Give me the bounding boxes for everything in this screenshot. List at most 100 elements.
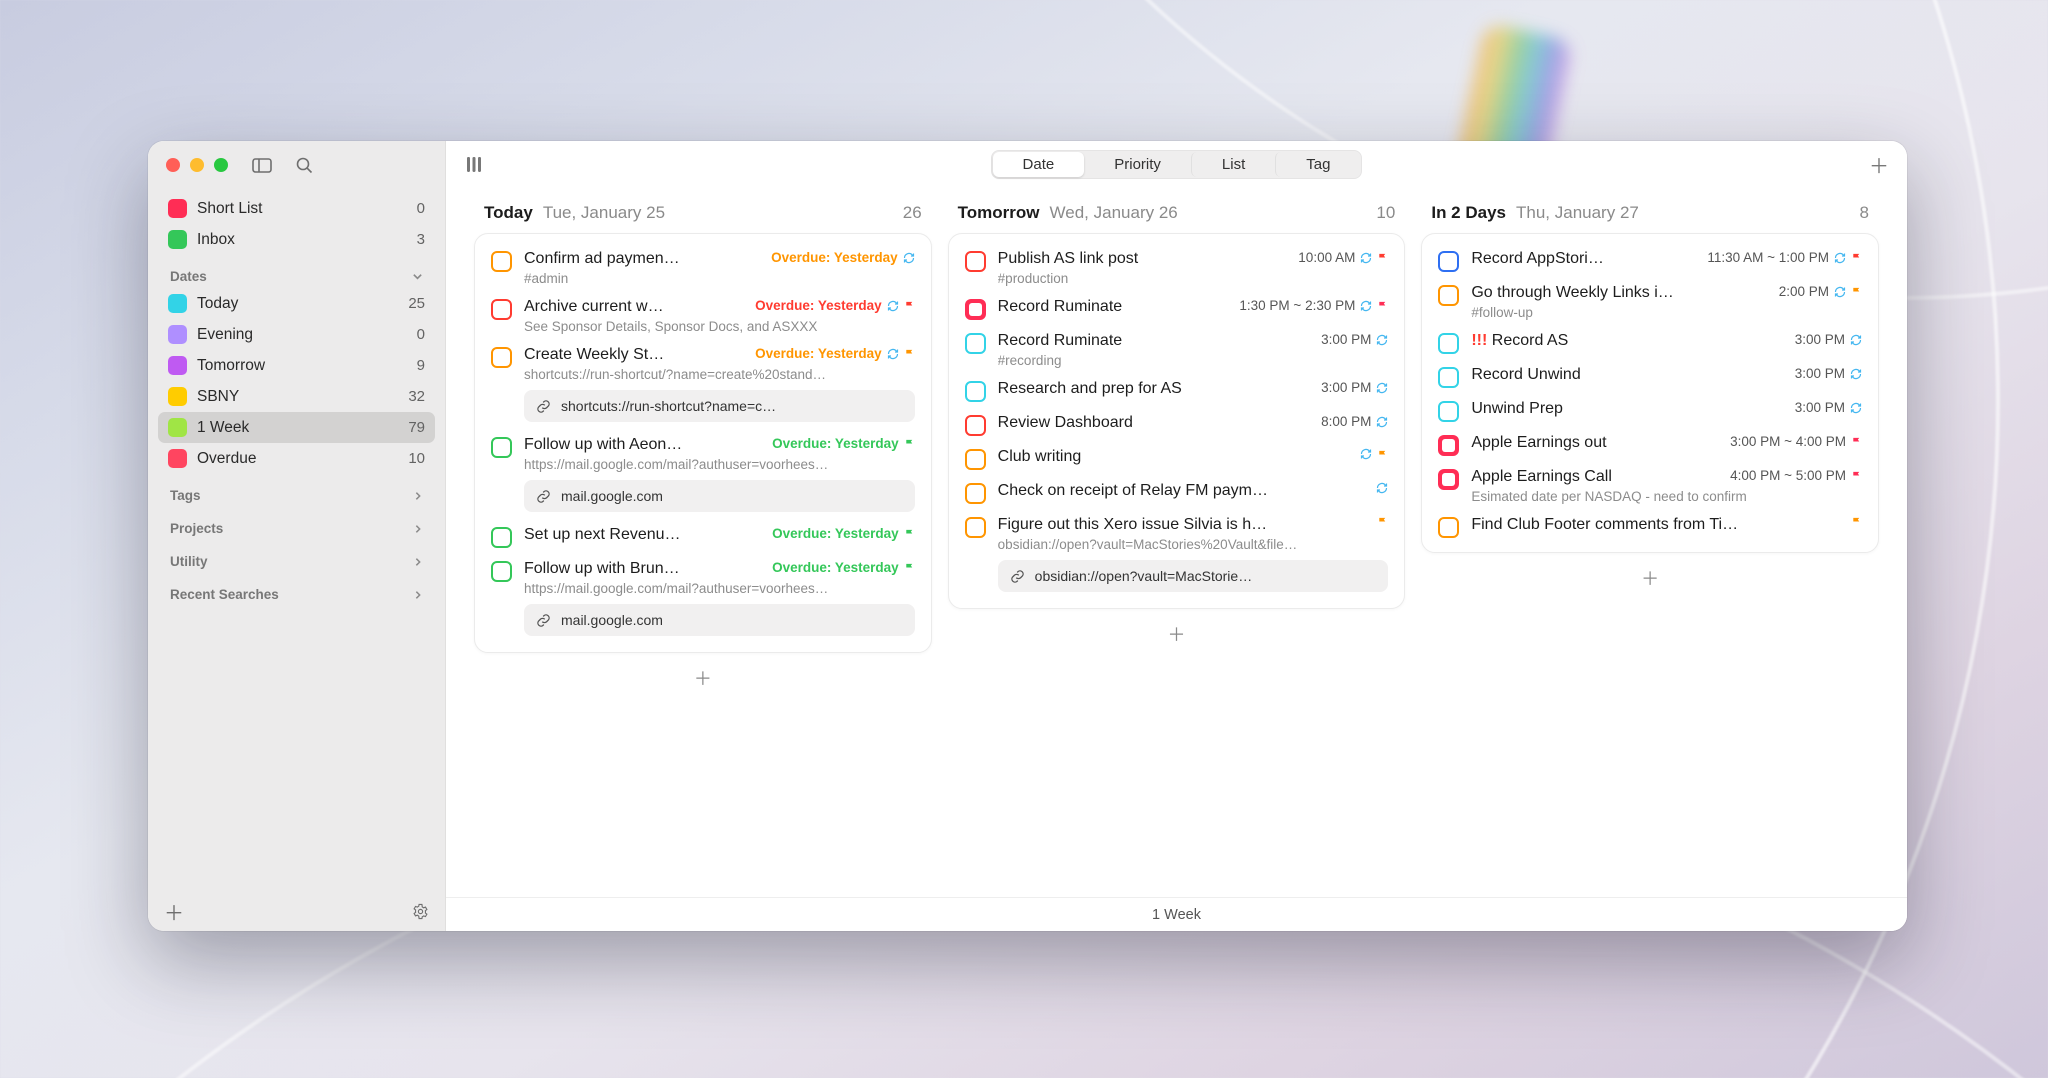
task-checkbox[interactable] (1438, 367, 1459, 388)
link-chip[interactable]: shortcuts://run-shortcut?name=c… (524, 390, 915, 422)
sidebar-group-utility[interactable]: Utility (158, 540, 435, 573)
task-row[interactable]: Find Club Footer comments from Ti… (1428, 510, 1872, 544)
columns-icon[interactable] (464, 156, 524, 173)
sidebar-item-tomorrow[interactable]: Tomorrow9 (158, 350, 435, 381)
task-checkbox[interactable] (491, 251, 512, 272)
task-row[interactable]: Follow up with Aeon…Overdue: Yesterdayht… (481, 430, 925, 520)
task-row[interactable]: Check on receipt of Relay FM paym… (955, 476, 1399, 510)
task-title: Set up next Revenu… (524, 526, 764, 544)
task-checkbox[interactable] (965, 333, 986, 354)
task-body: Record Unwind3:00 PM (1471, 366, 1862, 388)
task-row[interactable]: Apple Earnings out3:00 PM ~ 4:00 PM (1428, 428, 1872, 462)
repeat-icon (887, 300, 899, 312)
toggle-sidebar-icon[interactable] (252, 158, 272, 173)
link-chip[interactable]: obsidian://open?vault=MacStorie… (998, 560, 1389, 592)
task-checkbox[interactable] (1438, 251, 1459, 272)
task-row[interactable]: Record Ruminate1:30 PM ~ 2:30 PM (955, 292, 1399, 326)
chevron-right-icon (413, 524, 423, 534)
task-checkbox[interactable] (965, 381, 986, 402)
task-checkbox[interactable] (965, 299, 986, 320)
task-row[interactable]: Set up next Revenu… Overdue: Yesterday (481, 520, 925, 554)
segment-priority[interactable]: Priority (1084, 152, 1191, 177)
task-checkbox[interactable] (1438, 401, 1459, 422)
task-row[interactable]: Record AS3:00 PM (1428, 326, 1872, 360)
task-row[interactable]: Apple Earnings Call4:00 PM ~ 5:00 PMEsim… (1428, 462, 1872, 510)
search-icon[interactable] (296, 157, 313, 174)
task-row[interactable]: Go through Weekly Links i…2:00 PM#follow… (1428, 278, 1872, 326)
sidebar-item-1-week[interactable]: 1 Week79 (158, 412, 435, 443)
task-row[interactable]: Club writing (955, 442, 1399, 476)
column-title: Today (484, 203, 533, 223)
segment-date[interactable]: Date (993, 152, 1085, 177)
overdue-badge: Overdue: Yesterday (772, 436, 899, 451)
task-body: Check on receipt of Relay FM paym… (998, 482, 1389, 504)
repeat-icon (887, 348, 899, 360)
task-checkbox[interactable] (1438, 517, 1459, 538)
sidebar-item-inbox[interactable]: Inbox3 (158, 224, 435, 255)
task-checkbox[interactable] (1438, 435, 1459, 456)
sidebar-item-short-list[interactable]: Short List0 (158, 193, 435, 224)
task-time: 2:00 PM (1779, 284, 1829, 299)
sidebar-group-tags[interactable]: Tags (158, 474, 435, 507)
column-add-button[interactable]: ＋ (474, 653, 932, 695)
view-segmented-control[interactable]: DatePriorityListTag (991, 150, 1363, 179)
column-today: TodayTue, January 2526Confirm ad paymen…… (466, 197, 940, 897)
segment-tag[interactable]: Tag (1275, 152, 1360, 177)
task-row[interactable]: Figure out this Xero issue Silvia is h…o… (955, 510, 1399, 600)
task-checkbox[interactable] (965, 517, 986, 538)
link-chip[interactable]: mail.google.com (524, 480, 915, 512)
task-meta: 3:00 PM ~ 4:00 PM (1730, 434, 1862, 449)
task-title: Club writing (998, 448, 1353, 466)
close-icon[interactable] (166, 158, 180, 172)
add-list-icon[interactable]: ＋ (164, 897, 184, 926)
statusbar-label: 1 Week (1152, 907, 1201, 923)
link-chip[interactable]: mail.google.com (524, 604, 915, 636)
link-icon (536, 399, 551, 414)
zoom-icon[interactable] (214, 158, 228, 172)
task-row[interactable]: Follow up with Brun…Overdue: Yesterdayht… (481, 554, 925, 644)
flag-icon (1377, 516, 1388, 527)
task-checkbox[interactable] (491, 437, 512, 458)
sidebar-group-projects[interactable]: Projects (158, 507, 435, 540)
minimize-icon[interactable] (190, 158, 204, 172)
task-row[interactable]: Review Dashboard8:00 PM (955, 408, 1399, 442)
task-time: 10:00 AM (1298, 250, 1355, 265)
segment-list[interactable]: List (1191, 152, 1275, 177)
task-row[interactable]: Record AppStori…11:30 AM ~ 1:00 PM (1428, 244, 1872, 278)
task-row[interactable]: Record Ruminate3:00 PM#recording (955, 326, 1399, 374)
sidebar-item-overdue[interactable]: Overdue10 (158, 443, 435, 474)
sidebar-item-evening[interactable]: Evening0 (158, 319, 435, 350)
task-row[interactable]: Unwind Prep3:00 PM (1428, 394, 1872, 428)
sidebar-group-dates[interactable]: Dates (158, 255, 435, 288)
task-checkbox[interactable] (491, 347, 512, 368)
task-body: Record Ruminate1:30 PM ~ 2:30 PM (998, 298, 1389, 320)
task-row[interactable]: Research and prep for AS3:00 PM (955, 374, 1399, 408)
column-add-button[interactable]: ＋ (1421, 553, 1879, 595)
task-checkbox[interactable] (965, 415, 986, 436)
task-row[interactable]: Create Weekly St…Overdue: Yesterdayshort… (481, 340, 925, 430)
settings-icon[interactable] (412, 903, 429, 920)
task-checkbox[interactable] (965, 251, 986, 272)
task-title: Find Club Footer comments from Ti… (1471, 516, 1843, 534)
task-title: Record AS (1471, 332, 1786, 350)
add-task-icon[interactable]: ＋ (1829, 150, 1889, 179)
task-checkbox[interactable] (965, 449, 986, 470)
sidebar-item-today[interactable]: Today25 (158, 288, 435, 319)
column-add-button[interactable]: ＋ (948, 609, 1406, 651)
task-checkbox[interactable] (491, 299, 512, 320)
task-row[interactable]: Record Unwind3:00 PM (1428, 360, 1872, 394)
sidebar-item-sbny[interactable]: SBNY32 (158, 381, 435, 412)
task-row[interactable]: Publish AS link post10:00 AM#production (955, 244, 1399, 292)
task-checkbox[interactable] (1438, 333, 1459, 354)
task-meta: Overdue: Yesterday (771, 250, 915, 265)
task-checkbox[interactable] (1438, 285, 1459, 306)
task-checkbox[interactable] (1438, 469, 1459, 490)
sidebar: Short List0Inbox3 Dates Today25Evening0T… (148, 141, 446, 931)
task-checkbox[interactable] (491, 561, 512, 582)
task-checkbox[interactable] (491, 527, 512, 548)
task-row[interactable]: Confirm ad paymen…Overdue: Yesterday#adm… (481, 244, 925, 292)
task-row[interactable]: Archive current w…Overdue: YesterdaySee … (481, 292, 925, 340)
task-meta: Overdue: Yesterday (772, 526, 915, 541)
task-checkbox[interactable] (965, 483, 986, 504)
sidebar-group-recent-searches[interactable]: Recent Searches (158, 573, 435, 606)
